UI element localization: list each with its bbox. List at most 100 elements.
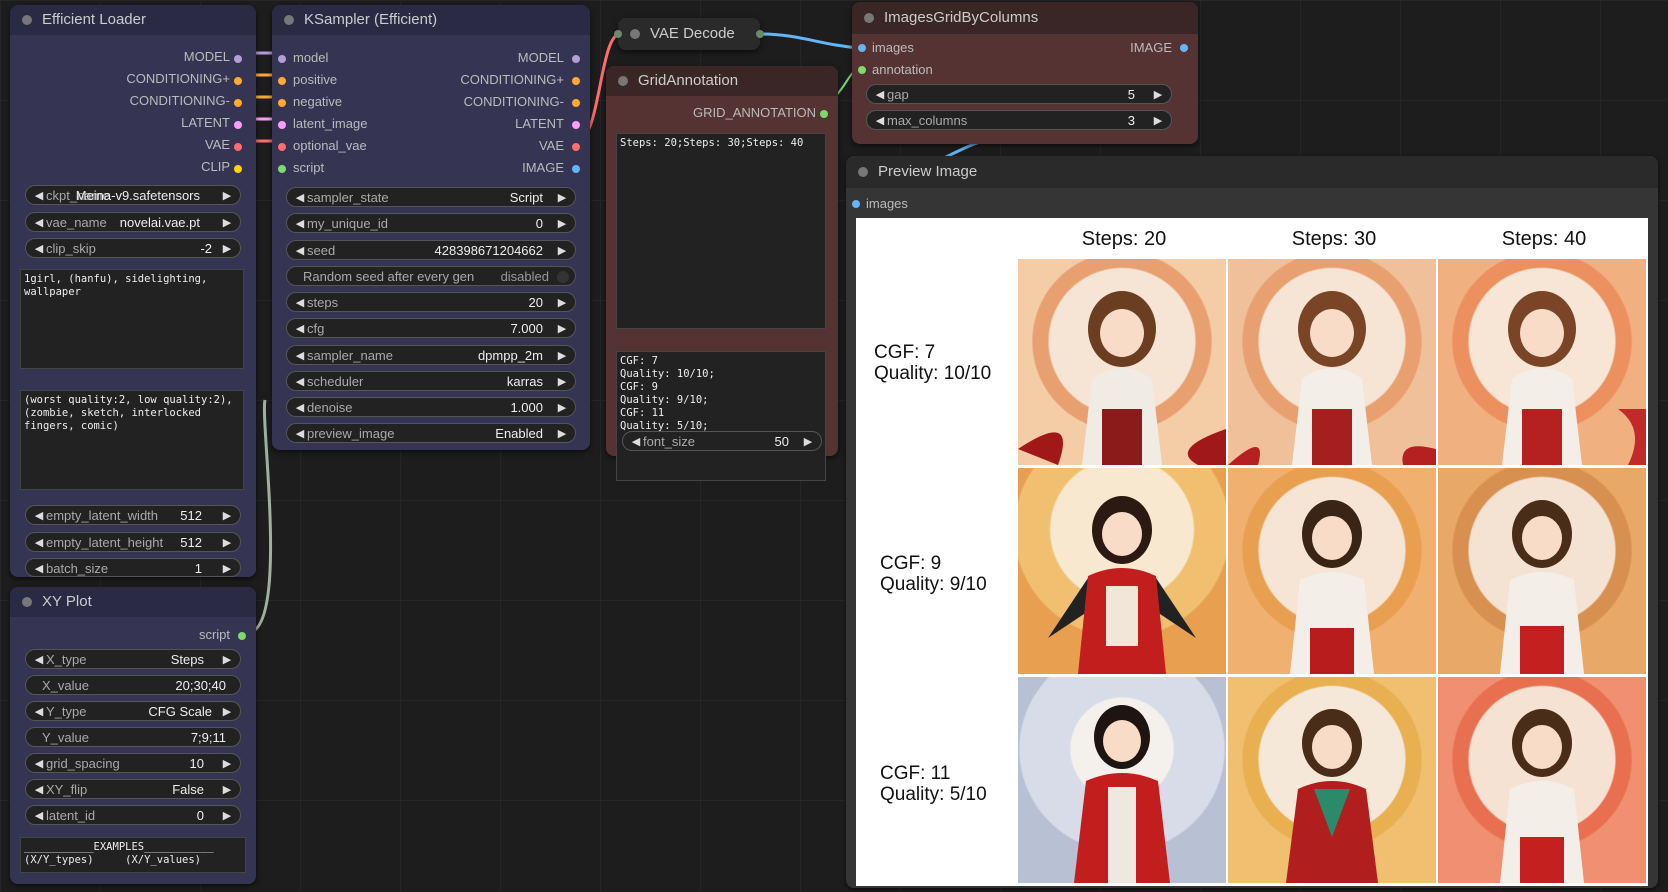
input-negative[interactable]: negative — [293, 92, 342, 112]
right-arrow-icon[interactable]: ▶ — [555, 188, 569, 208]
conditioning-neg-output-pin[interactable] — [572, 99, 580, 107]
output-image[interactable]: IMAGE — [1130, 38, 1172, 58]
max-columns-widget[interactable]: ◀ max_columns 3 ▶ — [866, 110, 1172, 130]
left-arrow-icon[interactable]: ◀ — [293, 346, 307, 366]
left-arrow-icon[interactable]: ◀ — [32, 650, 46, 670]
left-arrow-icon[interactable]: ◀ — [32, 506, 46, 526]
latent-output-pin[interactable] — [234, 121, 242, 129]
grid-annotation-title[interactable]: GridAnnotation — [606, 66, 838, 96]
preview-image-node[interactable]: Preview Image images Steps: 20 Steps: 30… — [846, 156, 1658, 888]
column-texts-textarea[interactable]: Steps: 20;Steps: 30;Steps: 40 — [616, 133, 826, 329]
left-arrow-icon[interactable]: ◀ — [32, 702, 46, 722]
input-latent-image[interactable]: latent_image — [293, 114, 367, 134]
output-script[interactable]: script — [199, 625, 230, 645]
grid-annotation-output-pin[interactable] — [820, 110, 828, 118]
right-arrow-icon[interactable]: ▶ — [220, 754, 234, 774]
left-arrow-icon[interactable]: ◀ — [629, 432, 643, 452]
right-arrow-icon[interactable]: ▶ — [555, 319, 569, 339]
preview-image-title[interactable]: Preview Image — [846, 156, 1658, 188]
left-arrow-icon[interactable]: ◀ — [32, 533, 46, 553]
font-size-widget[interactable]: ◀ font_size 50 ▶ — [622, 431, 822, 451]
collapse-dot-icon[interactable] — [630, 29, 640, 39]
images-input-pin[interactable] — [858, 44, 866, 52]
left-arrow-icon[interactable]: ◀ — [293, 398, 307, 418]
efficient-loader-node[interactable]: Efficient Loader MODEL CONDITIONING+ CON… — [10, 5, 256, 577]
left-arrow-icon[interactable]: ◀ — [873, 111, 887, 131]
input-images[interactable]: images — [872, 38, 914, 58]
left-arrow-icon[interactable]: ◀ — [293, 241, 307, 261]
right-arrow-icon[interactable]: ▶ — [220, 239, 234, 259]
right-arrow-icon[interactable]: ▶ — [555, 398, 569, 418]
script-input-pin[interactable] — [278, 165, 286, 173]
input-positive[interactable]: positive — [293, 70, 337, 90]
right-arrow-icon[interactable]: ▶ — [220, 780, 234, 800]
collapse-dot-icon[interactable] — [858, 167, 868, 177]
ckpt-name-widget[interactable]: ◀ ckpt_name Meina-v9.safetensors ▶ — [25, 185, 241, 205]
clip-output-pin[interactable] — [234, 165, 242, 173]
left-arrow-icon[interactable]: ◀ — [293, 372, 307, 392]
output-image[interactable]: IMAGE — [522, 158, 564, 178]
ksampler-node[interactable]: KSampler (Efficient) model positive nega… — [272, 5, 590, 450]
output-vae[interactable]: VAE — [205, 135, 230, 155]
output-grid-annotation[interactable]: GRID_ANNOTATION — [693, 103, 816, 123]
y-value-widget[interactable]: Y_value 7;9;11 — [25, 727, 241, 747]
output-model[interactable]: MODEL — [184, 47, 230, 67]
right-arrow-icon[interactable]: ▶ — [220, 806, 234, 826]
output-conditioning-neg[interactable]: CONDITIONING- — [464, 92, 564, 112]
left-arrow-icon[interactable]: ◀ — [293, 293, 307, 313]
collapse-dot-icon[interactable] — [618, 76, 628, 86]
clip-skip-widget[interactable]: ◀ clip_skip -2 ▶ — [25, 238, 241, 258]
xy-grid-preview[interactable]: Steps: 20 Steps: 30 Steps: 40 CGF: 7 Qual… — [856, 218, 1648, 886]
my-unique-id-widget[interactable]: ◀ my_unique_id 0 ▶ — [286, 213, 576, 233]
input-annotation[interactable]: annotation — [872, 60, 933, 80]
right-arrow-icon[interactable]: ▶ — [220, 186, 234, 206]
preview-image-widget[interactable]: ◀ preview_image Enabled ▶ — [286, 423, 576, 443]
y-type-widget[interactable]: ◀ Y_type CFG Scale ▶ — [25, 701, 241, 721]
denoise-widget[interactable]: ◀ denoise 1.000 ▶ — [286, 397, 576, 417]
right-arrow-icon[interactable]: ▶ — [801, 432, 815, 452]
xy-flip-widget[interactable]: ◀ XY_flip False ▶ — [25, 779, 241, 799]
right-arrow-icon[interactable]: ▶ — [220, 702, 234, 722]
right-arrow-icon[interactable]: ▶ — [555, 346, 569, 366]
right-arrow-icon[interactable]: ▶ — [555, 241, 569, 261]
seed-widget[interactable]: ◀ seed 428398671204662 ▶ — [286, 240, 576, 260]
ksampler-title[interactable]: KSampler (Efficient) — [272, 5, 590, 35]
annotation-input-pin[interactable] — [858, 66, 866, 74]
left-arrow-icon[interactable]: ◀ — [32, 559, 46, 579]
output-clip[interactable]: CLIP — [201, 157, 230, 177]
model-input-pin[interactable] — [278, 55, 286, 63]
collapse-dot-icon[interactable] — [284, 15, 294, 25]
right-arrow-icon[interactable]: ▶ — [555, 293, 569, 313]
left-arrow-icon[interactable]: ◀ — [293, 188, 307, 208]
negative-prompt-textarea[interactable]: (worst quality:2, low quality:2), (zombi… — [20, 390, 244, 490]
input-optional-vae[interactable]: optional_vae — [293, 136, 367, 156]
right-arrow-icon[interactable]: ▶ — [220, 506, 234, 526]
output-conditioning-pos[interactable]: CONDITIONING+ — [460, 70, 564, 90]
latent-image-input-pin[interactable] — [278, 121, 286, 129]
right-arrow-icon[interactable]: ▶ — [220, 213, 234, 233]
image-output-pin[interactable] — [572, 165, 580, 173]
left-arrow-icon[interactable]: ◀ — [293, 424, 307, 444]
row-texts-textarea[interactable]: CGF: 7 Quality: 10/10; CGF: 9 Quality: 9… — [616, 351, 826, 481]
input-script[interactable]: script — [293, 158, 324, 178]
images-input-pin[interactable] — [852, 200, 860, 208]
left-arrow-icon[interactable]: ◀ — [32, 239, 46, 259]
vae-decode-node[interactable]: VAE Decode — [614, 18, 764, 50]
left-arrow-icon[interactable]: ◀ — [32, 754, 46, 774]
positive-prompt-textarea[interactable]: 1girl, (hanfu), sidelighting, wallpaper — [20, 269, 244, 369]
right-arrow-icon[interactable]: ▶ — [220, 533, 234, 553]
latent-id-widget[interactable]: ◀ latent_id 0 ▶ — [25, 805, 241, 825]
output-latent[interactable]: LATENT — [181, 113, 230, 133]
collapse-dot-icon[interactable] — [22, 15, 32, 25]
empty-latent-height-widget[interactable]: ◀ empty_latent_height 512 ▶ — [25, 532, 241, 552]
empty-latent-width-widget[interactable]: ◀ empty_latent_width 512 ▶ — [25, 505, 241, 525]
images-grid-title[interactable]: ImagesGridByColumns — [852, 2, 1198, 34]
output-vae[interactable]: VAE — [539, 136, 564, 156]
negative-input-pin[interactable] — [278, 99, 286, 107]
steps-widget[interactable]: ◀ steps 20 ▶ — [286, 292, 576, 312]
left-arrow-icon[interactable]: ◀ — [293, 319, 307, 339]
random-seed-toggle[interactable]: Random seed after every gen disabled — [286, 266, 576, 286]
conditioning-neg-output-pin[interactable] — [234, 99, 242, 107]
right-arrow-icon[interactable]: ▶ — [220, 650, 234, 670]
output-conditioning-neg[interactable]: CONDITIONING- — [130, 91, 230, 111]
